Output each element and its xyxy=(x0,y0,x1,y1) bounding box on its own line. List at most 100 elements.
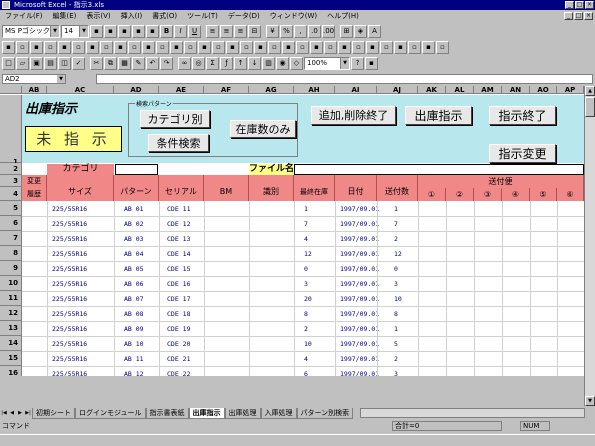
cell-serial[interactable]: CDE 15 xyxy=(167,265,190,273)
doc-restore-button[interactable]: □ xyxy=(574,12,583,20)
cell-pattern[interactable]: AB 09 xyxy=(124,325,144,333)
tool-icon[interactable]: ▫ xyxy=(44,41,57,54)
tool-icon[interactable]: ▪ xyxy=(114,41,127,54)
cell-stock[interactable]: 0 xyxy=(304,265,308,273)
cell-send[interactable]: 12 xyxy=(394,250,402,258)
chart-wizard-icon[interactable]: ▥ xyxy=(262,57,275,70)
tool-icon[interactable]: ▪ xyxy=(422,41,435,54)
tool-icon[interactable]: ▫ xyxy=(128,41,141,54)
open-folder-icon[interactable]: ▱ xyxy=(16,57,29,70)
currency-icon[interactable]: ¥ xyxy=(266,25,279,38)
font-size-combo[interactable]: 14 ▼ xyxy=(61,25,89,38)
shipping-instruction-button[interactable]: 出庫指示 xyxy=(405,106,472,125)
font-name-combo[interactable]: MS Pゴシック ▼ xyxy=(2,25,60,38)
cell-date[interactable]: 1997/09.01 xyxy=(340,310,379,318)
cell-send[interactable]: 3 xyxy=(394,280,398,288)
zoom-combo[interactable]: 100% ▼ xyxy=(304,57,350,70)
cell-serial[interactable]: CDE 17 xyxy=(167,295,190,303)
col-header[interactable]: AB xyxy=(22,86,47,94)
italic-icon[interactable]: I xyxy=(174,25,187,38)
cell-send[interactable]: 7 xyxy=(394,220,398,228)
tool-icon[interactable]: ▪ xyxy=(310,41,323,54)
cell-pattern[interactable]: AB 08 xyxy=(124,310,144,318)
row-header[interactable]: 12 xyxy=(0,306,22,321)
tool-icon[interactable]: ▪ xyxy=(90,25,103,38)
tool-icon[interactable]: ▫ xyxy=(268,41,281,54)
cell-send[interactable]: 1 xyxy=(394,205,398,213)
tool-icon[interactable]: ▪ xyxy=(338,41,351,54)
close-button[interactable]: × xyxy=(585,1,594,9)
row-header[interactable]: 6 xyxy=(0,216,22,231)
format-painter-icon[interactable]: ✎ xyxy=(132,57,145,70)
sheet-tab-active[interactable]: 出庫指示 xyxy=(188,407,225,419)
sheet-tab[interactable]: パターン別検索 xyxy=(296,407,354,419)
col-header[interactable]: AL xyxy=(446,86,474,94)
menu-insert[interactable]: 挿入(I) xyxy=(116,11,148,22)
sort-desc-icon[interactable]: ↓ xyxy=(248,57,261,70)
map-icon[interactable]: ◉ xyxy=(276,57,289,70)
redo-icon[interactable]: ↷ xyxy=(160,57,173,70)
tool-icon[interactable]: ▫ xyxy=(408,41,421,54)
cell-stock[interactable]: 4 xyxy=(304,235,308,243)
cell-send[interactable]: 5 xyxy=(394,340,398,348)
cell-date[interactable]: 1997/09.01 xyxy=(340,355,379,363)
menu-edit[interactable]: 編集(E) xyxy=(48,11,82,22)
autosum-icon[interactable]: Σ xyxy=(206,57,219,70)
menu-view[interactable]: 表示(V) xyxy=(81,11,115,22)
cell-pattern[interactable]: AB 01 xyxy=(124,205,144,213)
tool-icon[interactable]: ▪ xyxy=(86,41,99,54)
copy-icon[interactable]: ⧉ xyxy=(104,57,117,70)
vertical-scrollbar[interactable]: ▲ ▼ xyxy=(584,86,595,406)
tool-icon[interactable]: ▪ xyxy=(2,41,15,54)
sheet-tab[interactable]: 指示書表紙 xyxy=(145,407,189,419)
chevron-down-icon[interactable]: ▼ xyxy=(57,75,65,83)
cell-date[interactable]: 1997/09.01 xyxy=(340,325,379,333)
condition-search-button[interactable]: 条件検索 xyxy=(148,134,209,152)
function-icon[interactable]: ƒ xyxy=(220,57,233,70)
row-header[interactable]: 15 xyxy=(0,351,22,366)
tool-icon[interactable]: ▫ xyxy=(184,41,197,54)
col-header[interactable]: AG xyxy=(249,86,294,94)
first-tab-icon[interactable]: |◀ xyxy=(0,408,8,418)
decrease-decimal-icon[interactable]: .00 xyxy=(322,25,335,38)
minimize-button[interactable]: _ xyxy=(565,1,574,9)
percent-icon[interactable]: % xyxy=(280,25,293,38)
menu-data[interactable]: データ(D) xyxy=(223,11,265,22)
cell-size[interactable]: 225/55R16 xyxy=(52,355,87,363)
row-header[interactable]: 13 xyxy=(0,321,22,336)
cell-stock[interactable]: 7 xyxy=(304,220,308,228)
doc-minimize-button[interactable]: _ xyxy=(564,12,573,20)
cell-send[interactable]: 2 xyxy=(394,235,398,243)
cell-size[interactable]: 225/55R16 xyxy=(52,310,87,318)
cell-pattern[interactable]: AB 10 xyxy=(124,340,144,348)
scroll-up-icon[interactable]: ▲ xyxy=(585,86,595,96)
tool-icon[interactable]: ▪ xyxy=(198,41,211,54)
cell-stock[interactable]: 6 xyxy=(304,370,308,376)
cell-size[interactable]: 225/55R16 xyxy=(52,340,87,348)
cell-date[interactable]: 1997/09.01 xyxy=(340,295,379,303)
cell-date[interactable]: 1997/09.01 xyxy=(340,265,379,273)
cell-pattern[interactable]: AB 07 xyxy=(124,295,144,303)
row-header[interactable]: 5 xyxy=(0,201,22,216)
web-icon[interactable]: ◎ xyxy=(192,57,205,70)
tool-icon[interactable]: ▪ xyxy=(58,41,71,54)
cell-pattern[interactable]: AB 04 xyxy=(124,250,144,258)
cell-serial[interactable]: CDE 14 xyxy=(167,250,190,258)
col-header[interactable]: AC xyxy=(47,86,114,94)
menu-help[interactable]: ヘルプ(H) xyxy=(322,11,364,22)
new-file-icon[interactable]: □ xyxy=(2,57,15,70)
borders-icon[interactable]: ⊞ xyxy=(340,25,353,38)
cell-pattern[interactable]: AB 02 xyxy=(124,220,144,228)
cell-serial[interactable]: CDE 18 xyxy=(167,310,190,318)
col-header[interactable]: AE xyxy=(159,86,204,94)
tool-icon[interactable]: ▪ xyxy=(170,41,183,54)
cell-send[interactable]: 1 xyxy=(394,325,398,333)
tool-icon[interactable]: ▪ xyxy=(394,41,407,54)
row-header[interactable]: 2 xyxy=(0,163,22,175)
tool-icon[interactable]: ▫ xyxy=(16,41,29,54)
cell-send[interactable]: 8 xyxy=(394,310,398,318)
cell-date[interactable]: 1997/09.01 xyxy=(340,235,379,243)
align-left-icon[interactable]: ≡ xyxy=(206,25,219,38)
tool-icon[interactable]: ▪ xyxy=(30,41,43,54)
tool-icon[interactable]: ▫ xyxy=(240,41,253,54)
